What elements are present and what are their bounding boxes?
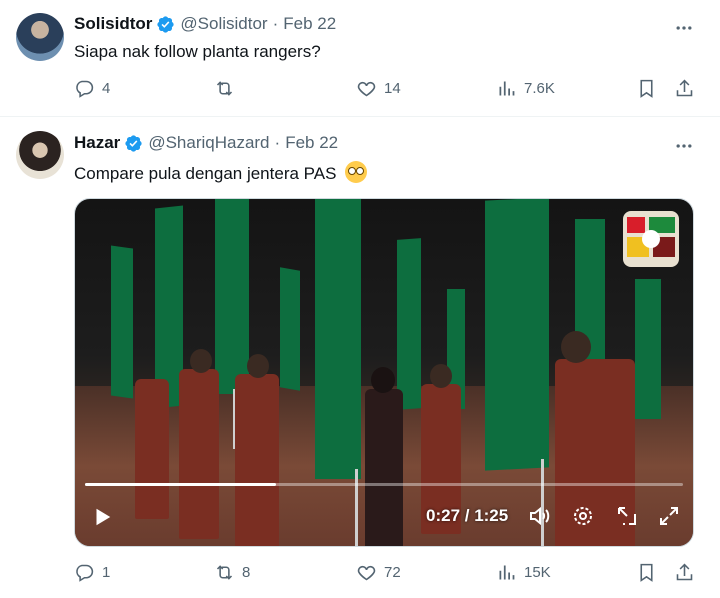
- reply-icon: [76, 564, 94, 582]
- reply-button[interactable]: 4: [74, 78, 110, 99]
- channel-logo: [623, 211, 679, 267]
- avatar[interactable]: [16, 13, 64, 61]
- video-head: [371, 367, 395, 393]
- views-count: 15K: [524, 564, 551, 581]
- author-handle[interactable]: @Solisidtor: [180, 14, 267, 34]
- bookmark-icon: [640, 563, 653, 582]
- bookmark-button[interactable]: [636, 78, 657, 99]
- video-flag: [485, 199, 549, 471]
- volume-icon[interactable]: [527, 504, 551, 528]
- more-icon[interactable]: [674, 136, 694, 156]
- channel-logo-graphic: [627, 217, 675, 257]
- tweet-header: Solisidtor @Solisidtor · Feb 22: [74, 14, 336, 34]
- like-count: 14: [384, 80, 401, 97]
- tweet-text-container: Compare pula dengan jentera PAS: [74, 161, 368, 184]
- author-name[interactable]: Solisidtor: [74, 14, 152, 34]
- like-button[interactable]: 14: [356, 78, 401, 99]
- video-flag: [635, 279, 661, 419]
- video-flag: [315, 199, 361, 479]
- separator: ·: [272, 14, 279, 33]
- flushed-face-emoji: [345, 161, 368, 183]
- share-button[interactable]: [674, 78, 695, 99]
- views-button[interactable]: 15K: [496, 562, 551, 583]
- video-head: [190, 349, 212, 373]
- share-button[interactable]: [674, 562, 695, 583]
- retweet-button[interactable]: 8: [214, 562, 250, 583]
- tweet-actions: 4 14 7.6K: [74, 78, 702, 102]
- views-icon: [499, 81, 515, 96]
- separator: ·: [274, 133, 281, 152]
- video-progress-bar[interactable]: [85, 483, 683, 486]
- share-icon: [676, 79, 693, 97]
- tweet-date[interactable]: Feb 22: [285, 133, 338, 153]
- like-count: 72: [384, 564, 401, 581]
- heart-icon: [357, 565, 376, 581]
- fullscreen-icon[interactable]: [657, 504, 681, 528]
- author-handle[interactable]: @ShariqHazard: [148, 133, 269, 153]
- video-flag: [215, 199, 249, 394]
- tweet-actions: 1 8 72 15K: [74, 562, 702, 586]
- tweet-text: Siapa nak follow planta rangers?: [74, 42, 321, 61]
- video-head: [561, 331, 591, 363]
- bookmark-button[interactable]: [636, 562, 657, 583]
- retweet-button[interactable]: [214, 78, 242, 99]
- popout-icon[interactable]: [615, 504, 639, 528]
- reply-icon: [76, 80, 94, 98]
- video-flag: [111, 245, 133, 399]
- more-icon[interactable]: [674, 18, 694, 38]
- reply-button[interactable]: 1: [74, 562, 110, 583]
- video-head: [247, 354, 269, 378]
- bookmark-icon: [640, 79, 653, 98]
- verified-badge-icon: [125, 134, 142, 152]
- video-flag: [280, 267, 300, 391]
- retweet-icon: [216, 81, 233, 96]
- tweet[interactable]: Solisidtor @Solisidtor · Feb 22 Siapa na…: [0, 0, 720, 117]
- reply-count: 4: [102, 80, 111, 97]
- share-icon: [676, 563, 693, 581]
- video-time: 0:27 / 1:25: [426, 506, 509, 525]
- video-flag: [397, 238, 421, 410]
- author-name[interactable]: Hazar: [74, 133, 120, 153]
- video-progress-fill: [85, 483, 277, 486]
- video-controls: 0:27 / 1:25: [75, 488, 693, 546]
- views-icon: [499, 565, 515, 580]
- heart-icon: [357, 81, 376, 97]
- tweet-header: Hazar @ShariqHazard · Feb 22: [74, 133, 338, 153]
- tweet[interactable]: Hazar @ShariqHazard · Feb 22 Compare pul…: [0, 118, 720, 598]
- avatar[interactable]: [16, 131, 64, 179]
- views-button[interactable]: 7.6K: [496, 78, 555, 99]
- play-icon[interactable]: [91, 506, 113, 528]
- views-count: 7.6K: [524, 80, 555, 97]
- gear-icon[interactable]: [571, 504, 595, 528]
- like-button[interactable]: 72: [356, 562, 401, 583]
- retweet-icon: [216, 565, 233, 580]
- video-player[interactable]: 0:27 / 1:25: [74, 198, 694, 547]
- tweet-date[interactable]: Feb 22: [283, 14, 336, 34]
- retweet-count: 8: [242, 564, 251, 581]
- video-head: [430, 364, 452, 388]
- verified-badge-icon: [157, 15, 175, 33]
- reply-count: 1: [102, 564, 111, 581]
- tweet-text: Compare pula dengan jentera PAS: [74, 164, 337, 183]
